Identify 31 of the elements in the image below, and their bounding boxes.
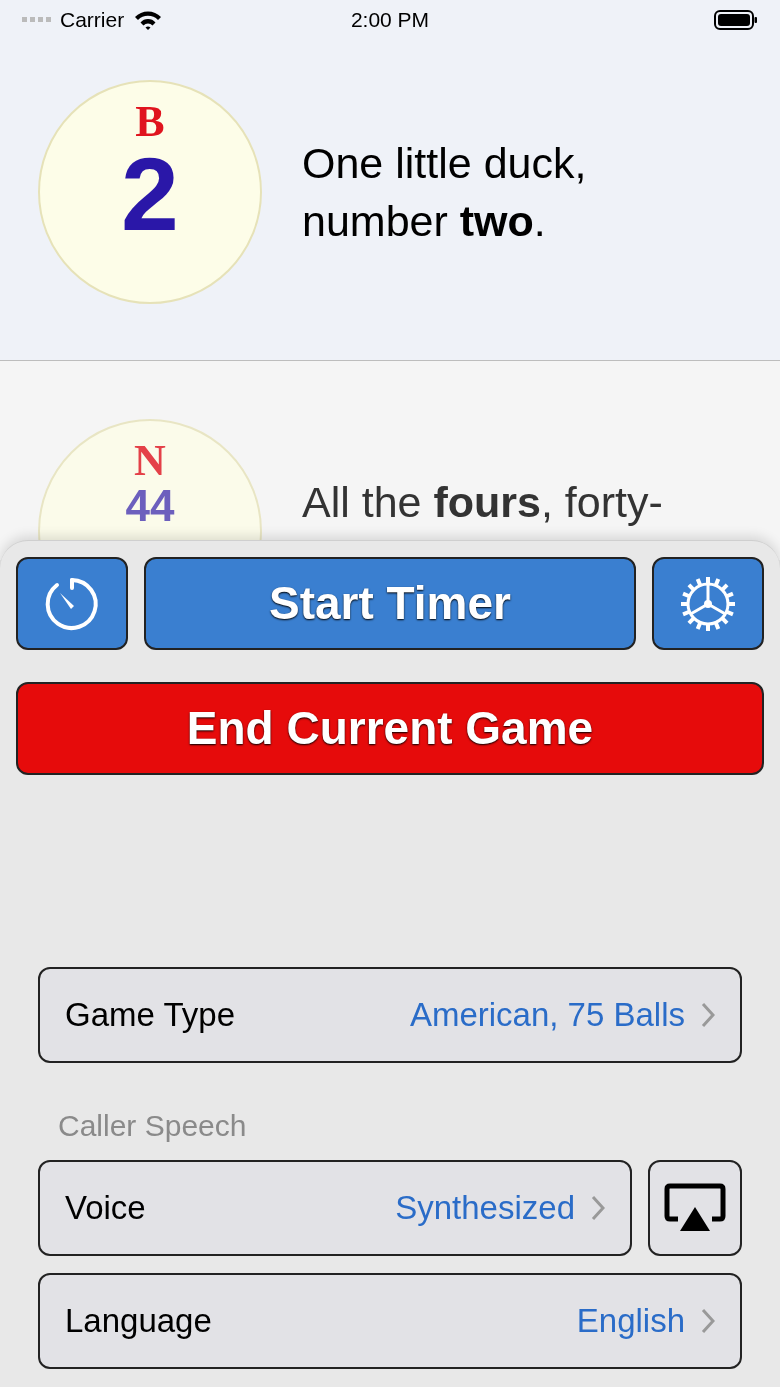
airplay-button[interactable] — [648, 1160, 742, 1256]
settings-button[interactable] — [652, 557, 764, 650]
settings-row[interactable]: Voice Synthesized — [38, 1160, 632, 1256]
status-time: 2:00 PM — [350, 7, 430, 34]
end-game-button[interactable]: End Current Game — [16, 682, 764, 775]
carrier-label: Carrier — [60, 7, 125, 34]
signal-icon — [22, 17, 52, 23]
ball-letter: B — [135, 100, 165, 144]
call-phrase: All the fours, forty- — [302, 477, 663, 528]
ball-letter: N — [134, 439, 166, 483]
settings-icon — [679, 574, 737, 633]
settings-row[interactable]: Game Type American, 75 Balls — [38, 967, 742, 1063]
setting-value: Synthesized — [395, 1188, 575, 1229]
setting-label: Voice — [65, 1188, 146, 1229]
timer-button[interactable] — [16, 557, 128, 650]
settings-row[interactable]: Language English — [38, 1273, 742, 1369]
chevron-icon — [701, 1308, 715, 1334]
setting-value: English — [576, 1301, 685, 1342]
ball-number: 2 — [121, 144, 179, 244]
setting-label: Language — [65, 1301, 212, 1342]
chevron-icon — [701, 1002, 715, 1028]
section-header: Caller Speech — [57, 1108, 248, 1144]
wifi-icon — [134, 10, 163, 30]
chevron-icon — [591, 1195, 605, 1221]
ball-number: 44 — [125, 483, 175, 529]
call-phrase: One little duck, number two. — [302, 138, 587, 247]
start-timer-button[interactable]: Start Timer — [144, 557, 636, 650]
setting-label: Game Type — [65, 995, 235, 1036]
setting-value: American, 75 Balls — [409, 995, 685, 1036]
battery-icon — [714, 10, 758, 30]
airplay-icon — [664, 1183, 726, 1233]
